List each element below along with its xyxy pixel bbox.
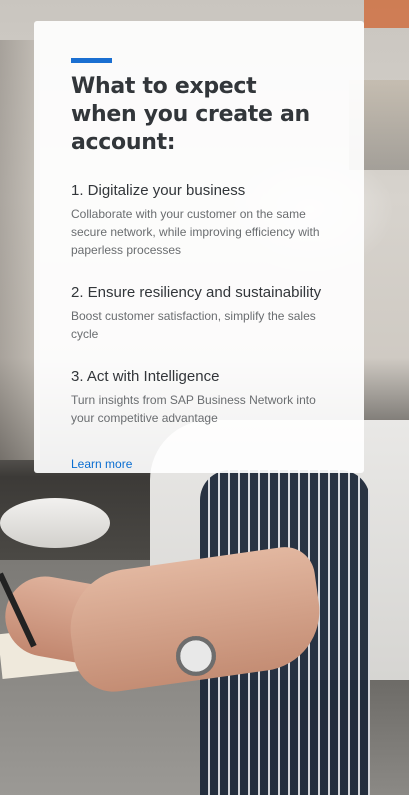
list-item: 1. Digitalize your business Collaborate … bbox=[71, 181, 328, 259]
background-watch bbox=[176, 636, 216, 676]
info-card: What to expect when you create an accoun… bbox=[34, 21, 364, 473]
item-description: Boost customer satisfaction, simplify th… bbox=[71, 309, 316, 341]
item-title: 1. Digitalize your business bbox=[71, 182, 246, 199]
item-title: 3. Act with Intelligence bbox=[71, 368, 220, 385]
card-heading: What to expect when you create an accoun… bbox=[71, 74, 310, 155]
item-description: Turn insights from SAP Business Network … bbox=[71, 393, 316, 425]
item-description: Collaborate with your customer on the sa… bbox=[71, 207, 320, 257]
background-plate bbox=[0, 498, 110, 548]
background-object bbox=[364, 0, 409, 28]
learn-more-link[interactable]: Learn more bbox=[71, 457, 132, 471]
list-item: 2. Ensure resiliency and sustainability … bbox=[71, 283, 328, 343]
list-item: 3. Act with Intelligence Turn insights f… bbox=[71, 367, 328, 427]
item-title: 2. Ensure resiliency and sustainability bbox=[71, 284, 322, 301]
accent-bar bbox=[71, 58, 112, 63]
